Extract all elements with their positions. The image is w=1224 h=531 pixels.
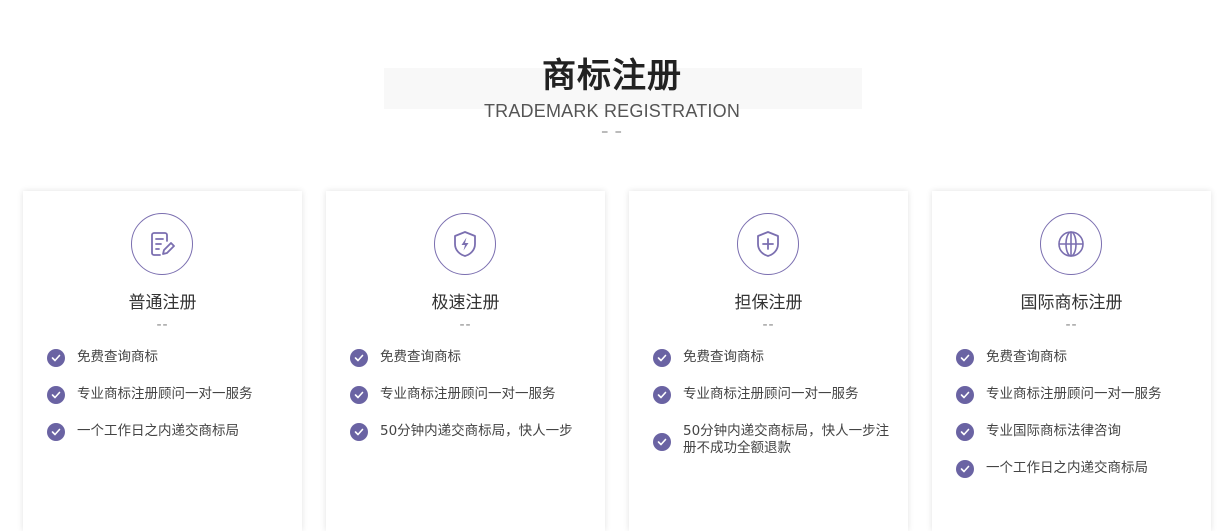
section-header: 商标注册 TRADEMARK REGISTRATION – – <box>0 0 1224 150</box>
feature-list: 免费查询商标 专业商标注册顾问一对一服务 专业国际商标法律咨询 一个工作日之内递… <box>956 349 1206 497</box>
edit-document-icon <box>131 213 193 275</box>
feature-text: 免费查询商标 <box>77 349 158 365</box>
service-card-international[interactable]: 国际商标注册 -- 免费查询商标 专业商标注册顾问一对一服务 专业国际商标法律咨… <box>932 191 1211 531</box>
check-circle-icon <box>653 433 671 451</box>
check-circle-icon <box>956 349 974 367</box>
feature-text: 免费查询商标 <box>380 349 461 365</box>
feature-text: 专业国际商标法律咨询 <box>986 423 1121 439</box>
feature-item: 免费查询商标 <box>956 349 1206 367</box>
feature-item: 专业商标注册顾问一对一服务 <box>653 386 903 404</box>
feature-item: 专业商标注册顾问一对一服务 <box>956 386 1206 404</box>
card-title: 国际商标注册 <box>1020 293 1123 313</box>
feature-text: 专业商标注册顾问一对一服务 <box>380 386 556 402</box>
service-card-standard[interactable]: 普通注册 -- 免费查询商标 专业商标注册顾问一对一服务 一个工作日之内递交商标… <box>23 191 302 531</box>
feature-item: 专业商标注册顾问一对一服务 <box>47 386 297 404</box>
check-circle-icon <box>47 386 65 404</box>
feature-item: 一个工作日之内递交商标局 <box>47 423 297 441</box>
check-circle-icon <box>350 349 368 367</box>
feature-item: 50分钟内递交商标局，快人一步 <box>350 423 600 441</box>
feature-text: 专业商标注册顾问一对一服务 <box>683 386 859 402</box>
globe-icon <box>1040 213 1102 275</box>
card-divider: -- <box>156 317 169 333</box>
check-circle-icon <box>956 460 974 478</box>
check-circle-icon <box>653 386 671 404</box>
feature-text: 50分钟内递交商标局，快人一步注册不成功全额退款 <box>683 423 890 456</box>
feature-text: 50分钟内递交商标局，快人一步 <box>380 423 573 439</box>
feature-item: 50分钟内递交商标局，快人一步注册不成功全额退款 <box>653 423 903 457</box>
feature-item: 免费查询商标 <box>653 349 903 367</box>
service-card-guaranteed[interactable]: 担保注册 -- 免费查询商标 专业商标注册顾问一对一服务 50分钟内递交商标局，… <box>629 191 908 531</box>
check-circle-icon <box>653 349 671 367</box>
feature-list: 免费查询商标 专业商标注册顾问一对一服务 50分钟内递交商标局，快人一步注册不成… <box>653 349 903 476</box>
feature-item: 免费查询商标 <box>350 349 600 367</box>
check-circle-icon <box>47 423 65 441</box>
feature-text: 免费查询商标 <box>986 349 1067 365</box>
feature-text: 专业商标注册顾问一对一服务 <box>77 386 253 402</box>
check-circle-icon <box>350 423 368 441</box>
feature-text: 一个工作日之内递交商标局 <box>986 460 1148 476</box>
lightning-shield-icon <box>434 213 496 275</box>
card-title: 极速注册 <box>431 293 500 313</box>
card-title: 普通注册 <box>128 293 197 313</box>
service-card-express[interactable]: 极速注册 -- 免费查询商标 专业商标注册顾问一对一服务 50分钟内递交商标局，… <box>326 191 605 531</box>
feature-item: 专业商标注册顾问一对一服务 <box>350 386 600 404</box>
feature-list: 免费查询商标 专业商标注册顾问一对一服务 一个工作日之内递交商标局 <box>47 349 297 460</box>
plus-shield-icon <box>737 213 799 275</box>
check-circle-icon <box>956 386 974 404</box>
check-circle-icon <box>956 423 974 441</box>
card-title: 担保注册 <box>734 293 803 313</box>
feature-item: 一个工作日之内递交商标局 <box>956 460 1206 478</box>
check-circle-icon <box>47 349 65 367</box>
title-divider: – – <box>601 124 623 140</box>
card-divider: -- <box>459 317 472 333</box>
page-title: 商标注册 <box>542 56 682 96</box>
card-divider: -- <box>762 317 775 333</box>
feature-list: 免费查询商标 专业商标注册顾问一对一服务 50分钟内递交商标局，快人一步 <box>350 349 600 460</box>
card-divider: -- <box>1065 317 1078 333</box>
feature-item: 专业国际商标法律咨询 <box>956 423 1206 441</box>
feature-text: 一个工作日之内递交商标局 <box>77 423 239 439</box>
check-circle-icon <box>350 386 368 404</box>
feature-item: 免费查询商标 <box>47 349 297 367</box>
page-subtitle: TRADEMARK REGISTRATION <box>483 101 741 121</box>
feature-text: 专业商标注册顾问一对一服务 <box>986 386 1162 402</box>
feature-text: 免费查询商标 <box>683 349 764 365</box>
